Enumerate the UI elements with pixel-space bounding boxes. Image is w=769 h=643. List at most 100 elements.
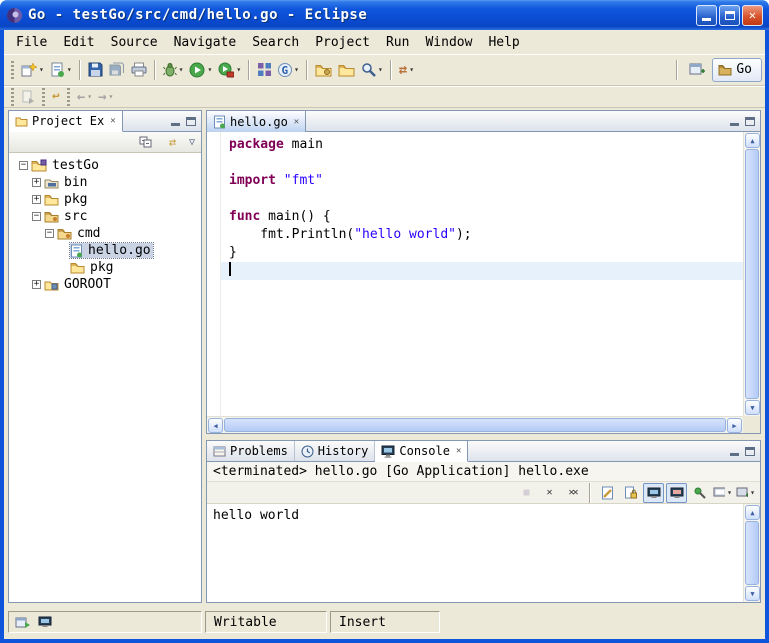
chevron-down-icon[interactable]: ▾ (207, 65, 212, 74)
console-output[interactable]: hello world ▲ ▼ (207, 504, 760, 602)
show-console-on-stderr-button[interactable] (666, 483, 687, 503)
editor-vertical-scrollbar[interactable]: ▲ ▼ (743, 132, 760, 416)
menu-file[interactable]: File (8, 33, 55, 52)
next-annotation-button[interactable] (18, 85, 38, 109)
chevron-down-icon[interactable]: ▾ (409, 65, 414, 74)
save-all-button[interactable] (106, 58, 128, 82)
go-tools-button[interactable]: G ▾ (275, 58, 302, 82)
minimize-button[interactable] (696, 5, 717, 26)
menu-window[interactable]: Window (417, 33, 480, 52)
menu-edit[interactable]: Edit (55, 33, 102, 52)
maximize-view-icon[interactable] (745, 447, 755, 456)
scroll-left-icon[interactable]: ◀ (208, 418, 223, 433)
open-type-button[interactable] (312, 58, 335, 82)
chevron-down-icon[interactable]: ▾ (750, 488, 755, 497)
close-icon[interactable]: ✕ (110, 116, 115, 126)
editor-horizontal-scrollbar[interactable]: ◀ ▶ (207, 416, 743, 433)
tab-console[interactable]: Console ✕ (375, 441, 468, 462)
external-tools-button[interactable]: ▾ (215, 58, 244, 82)
pin-console-button[interactable] (689, 483, 710, 503)
tree-item-pkg-src[interactable]: pkg (9, 259, 201, 276)
expand-icon[interactable]: + (32, 195, 41, 204)
chevron-down-icon[interactable]: ▾ (179, 65, 184, 74)
display-console-button[interactable]: ▾ (712, 483, 733, 503)
tab-problems[interactable]: Problems (207, 441, 295, 461)
title-bar[interactable]: Go - testGo/src/cmd/hello.go - Eclipse ✕ (0, 0, 769, 30)
forward-button[interactable]: → ▾ (95, 85, 116, 109)
fast-view-icon[interactable] (15, 616, 30, 629)
collapse-icon[interactable]: − (19, 161, 28, 170)
scroll-up-icon[interactable]: ▲ (745, 133, 760, 148)
collapse-icon[interactable]: − (32, 212, 41, 221)
minimize-view-icon[interactable] (730, 453, 739, 456)
show-console-on-stdout-button[interactable] (643, 483, 664, 503)
close-button[interactable]: ✕ (742, 5, 763, 26)
toolbar-grip[interactable] (42, 88, 45, 106)
team-sync-button[interactable]: ⇄ ▾ (396, 58, 417, 82)
minimize-view-icon[interactable] (171, 123, 180, 126)
terminate-button[interactable]: ■ (516, 483, 537, 503)
close-icon[interactable]: ✕ (294, 117, 299, 127)
scroll-down-icon[interactable]: ▼ (745, 586, 760, 601)
menu-source[interactable]: Source (103, 33, 166, 52)
close-icon[interactable]: ✕ (456, 446, 461, 456)
scroll-right-icon[interactable]: ▶ (727, 418, 742, 433)
remove-launch-button[interactable]: ✕ (539, 483, 560, 503)
chevron-down-icon[interactable]: ▾ (378, 65, 383, 74)
new-go-file-button[interactable]: ▾ (47, 58, 75, 82)
scrollbar-thumb[interactable] (224, 418, 726, 432)
expand-icon[interactable]: + (32, 178, 41, 187)
tree-item-cmd[interactable]: − cmd (9, 225, 201, 242)
scroll-lock-button[interactable] (620, 483, 641, 503)
menu-navigate[interactable]: Navigate (166, 33, 245, 52)
link-with-editor-button[interactable]: ⇄ (162, 132, 183, 152)
view-menu-icon[interactable]: ▽ (189, 137, 195, 148)
scrollbar-thumb[interactable] (745, 149, 759, 399)
chevron-down-icon[interactable]: ▾ (109, 92, 114, 101)
chevron-down-icon[interactable]: ▾ (727, 488, 732, 497)
go-perspective-toggle[interactable]: Go (712, 58, 762, 82)
tree-item-bin[interactable]: + bin (9, 174, 201, 191)
new-wizard-button[interactable]: ▾ (18, 58, 47, 82)
new-go-project-button[interactable] (254, 58, 275, 82)
toolbar-grip[interactable] (11, 61, 14, 79)
expand-icon[interactable]: + (32, 280, 41, 289)
open-resource-button[interactable] (335, 58, 358, 82)
chevron-down-icon[interactable]: ▾ (87, 92, 92, 101)
tree-item-goroot[interactable]: + GOROOT (9, 276, 201, 293)
menu-project[interactable]: Project (307, 33, 378, 52)
run-button[interactable]: ▾ (186, 58, 215, 82)
back-button[interactable]: ← ▾ (74, 85, 95, 109)
maximize-view-icon[interactable] (186, 117, 196, 126)
minimize-view-icon[interactable] (730, 123, 739, 126)
console-trim-icon[interactable] (38, 616, 52, 628)
tree-item-pkg[interactable]: + pkg (9, 191, 201, 208)
menu-search[interactable]: Search (244, 33, 307, 52)
code-area[interactable]: package main import "fmt" func main() { … (221, 132, 743, 416)
menu-help[interactable]: Help (480, 33, 527, 52)
clear-console-button[interactable] (597, 483, 618, 503)
chevron-down-icon[interactable]: ▾ (294, 65, 299, 74)
remove-all-launches-button[interactable]: ✕✕ (562, 483, 583, 503)
tree-item-testgo[interactable]: − testGo (9, 157, 201, 174)
open-console-button[interactable]: ▾ (735, 483, 756, 503)
last-edit-location-button[interactable]: ↩ (49, 85, 63, 109)
scroll-down-icon[interactable]: ▼ (745, 400, 760, 415)
collapse-all-button[interactable] (135, 132, 156, 152)
debug-button[interactable]: ▾ (160, 58, 187, 82)
scroll-up-icon[interactable]: ▲ (745, 505, 760, 520)
collapse-icon[interactable]: − (45, 229, 54, 238)
menu-run[interactable]: Run (378, 33, 417, 52)
tab-history[interactable]: History (295, 441, 376, 461)
toolbar-grip[interactable] (11, 88, 14, 106)
chevron-down-icon[interactable]: ▾ (236, 65, 241, 74)
tree-item-src[interactable]: − src (9, 208, 201, 225)
tree-item-hello-go[interactable]: hello.go (9, 242, 201, 259)
console-vertical-scrollbar[interactable]: ▲ ▼ (743, 504, 760, 602)
save-button[interactable] (85, 58, 106, 82)
chevron-down-icon[interactable]: ▾ (67, 65, 72, 74)
print-button[interactable] (128, 58, 150, 82)
maximize-view-icon[interactable] (745, 117, 755, 126)
toolbar-grip[interactable] (67, 88, 70, 106)
search-button[interactable]: ▾ (358, 58, 386, 82)
